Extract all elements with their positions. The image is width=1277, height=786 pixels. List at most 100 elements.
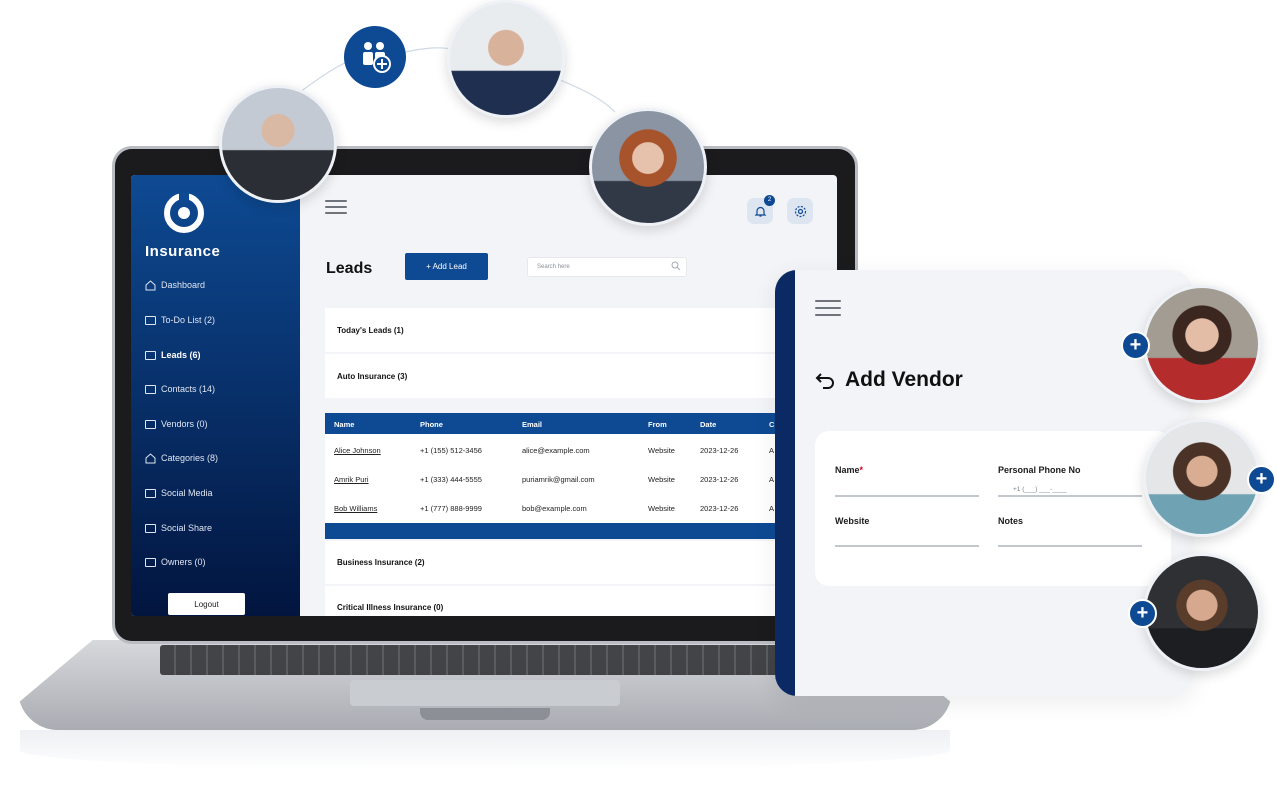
sidebar-item-label: To-Do List (2)	[161, 315, 216, 325]
add-team-icon	[344, 26, 406, 88]
home-icon	[145, 452, 156, 463]
logout-button[interactable]: Logout	[168, 593, 245, 615]
lead-email: puriamrik@gmail.com	[522, 475, 595, 484]
table-footer-bar	[325, 523, 795, 539]
add-lead-button[interactable]: + Add Lead	[405, 253, 488, 280]
lead-name-link[interactable]: Bob Williams	[334, 504, 377, 513]
group-label: Today's Leads (1)	[337, 325, 404, 335]
column-header: Email	[522, 420, 543, 429]
avatar	[1143, 285, 1261, 403]
group-label: Auto Insurance (3)	[337, 371, 408, 381]
lead-date: 2023-12-26	[700, 504, 739, 513]
back-arrow-icon[interactable]	[815, 369, 837, 391]
name-field[interactable]	[835, 495, 979, 497]
id-card-icon	[145, 350, 156, 360]
lead-name-link[interactable]: Alice Johnson	[334, 446, 381, 455]
phone-underline	[998, 495, 1142, 497]
lead-extra: A	[769, 504, 775, 513]
brand-name: Insurance	[145, 243, 221, 260]
laptop-trackpad	[350, 680, 620, 706]
add-person-button[interactable]: +	[1121, 331, 1150, 360]
phone-field[interactable]: +1 (___) ___-____	[1013, 486, 1067, 493]
laptop-shadow	[20, 730, 950, 770]
lead-source: Website	[648, 475, 675, 484]
id-card-icon	[145, 419, 156, 429]
group-label: Business Insurance (2)	[337, 558, 425, 567]
sidebar-item-label: Contacts (14)	[161, 384, 216, 394]
gear-icon	[794, 205, 806, 217]
notification-badge: 2	[764, 195, 775, 206]
group-auto-insurance[interactable]: Auto Insurance (3)	[325, 354, 795, 398]
lead-extra: A	[769, 475, 775, 484]
laptop-hinge	[420, 708, 550, 720]
group-critical-illness[interactable]: Critical Illness Insurance (0)	[325, 586, 795, 616]
sidebar-item-social-media[interactable]: Social Media	[145, 484, 213, 502]
lead-phone: +1 (333) 444-5555	[420, 475, 482, 484]
hero-illustration: Insurance Dashboard To-Do List (2) Leads…	[0, 0, 1277, 786]
sidebar-item-contacts[interactable]: Contacts (14)	[145, 380, 215, 398]
website-label: Website	[835, 516, 870, 526]
avatar	[447, 0, 565, 118]
avatar	[1143, 419, 1261, 537]
lead-date: 2023-12-26	[700, 446, 739, 455]
column-header: From	[648, 420, 667, 429]
page-title: Add Vendor	[845, 368, 963, 391]
menu-toggle-icon[interactable]	[325, 200, 347, 214]
brand-logo-icon	[164, 193, 204, 233]
id-card-icon	[145, 557, 156, 567]
panel-edge	[775, 270, 795, 696]
lead-phone: +1 (777) 888-9999	[420, 504, 482, 513]
id-card-icon	[145, 384, 156, 394]
sidebar-item-label: Vendors (0)	[161, 419, 208, 429]
lead-date: 2023-12-26	[700, 475, 739, 484]
column-header: Date	[700, 420, 717, 429]
app-screen: Insurance Dashboard To-Do List (2) Leads…	[131, 175, 837, 616]
sidebar-item-leads[interactable]: Leads (6)	[145, 346, 201, 364]
sidebar-item-owners[interactable]: Owners (0)	[145, 553, 206, 571]
sidebar-item-social-share[interactable]: Social Share	[145, 519, 212, 537]
notes-field[interactable]	[998, 545, 1142, 547]
sidebar-item-categories[interactable]: Categories (8)	[145, 449, 218, 467]
avatar	[219, 85, 337, 203]
page-title: Leads	[326, 260, 373, 277]
search-input[interactable]: Search here	[527, 257, 687, 277]
column-header: Phone	[420, 420, 443, 429]
website-field[interactable]	[835, 545, 979, 547]
add-person-button[interactable]: +	[1247, 465, 1276, 494]
sidebar-item-todo[interactable]: To-Do List (2)	[145, 311, 215, 329]
sidebar-item-vendors[interactable]: Vendors (0)	[145, 415, 208, 433]
team-add-icon	[363, 42, 391, 73]
lead-name-link[interactable]: Amrik Puri	[334, 475, 369, 484]
menu-toggle-icon[interactable]	[815, 300, 841, 316]
id-card-icon	[145, 523, 156, 533]
sidebar-item-label: Categories (8)	[161, 453, 219, 463]
group-label: Critical Illness Insurance (0)	[337, 602, 444, 612]
sidebar-item-label: Leads (6)	[161, 350, 201, 360]
avatar	[1143, 553, 1261, 671]
sidebar-item-label: Dashboard	[161, 280, 206, 290]
column-header: C	[769, 420, 775, 429]
avatar	[589, 108, 707, 226]
notes-label: Notes	[998, 516, 1024, 526]
bell-icon	[754, 206, 766, 217]
leads-table: Name Phone Email From Date C Alice Johns…	[325, 413, 795, 539]
group-todays-leads[interactable]: Today's Leads (1)	[325, 308, 795, 352]
required-mark: *	[859, 465, 864, 475]
lead-source: Website	[648, 446, 675, 455]
add-person-button[interactable]: +	[1128, 599, 1157, 628]
sidebar-item-dashboard[interactable]: Dashboard	[145, 276, 205, 294]
column-header: Name	[334, 420, 355, 429]
home-icon	[145, 279, 156, 290]
lead-extra: A	[769, 446, 775, 455]
group-business-insurance[interactable]: Business Insurance (2)	[325, 541, 795, 584]
sidebar-item-label: Social Share	[161, 523, 213, 533]
settings-button[interactable]	[787, 198, 813, 224]
lead-source: Website	[648, 504, 675, 513]
sidebar-item-label: Owners (0)	[161, 557, 206, 567]
id-card-icon	[145, 488, 156, 498]
phone-label: Personal Phone No	[998, 465, 1081, 475]
vendor-form-card: Name* Personal Phone No +1 (___) ___-___…	[815, 431, 1171, 586]
search-icon	[671, 261, 681, 271]
sidebar-item-label: Social Media	[161, 488, 213, 498]
checklist-icon	[145, 315, 156, 325]
